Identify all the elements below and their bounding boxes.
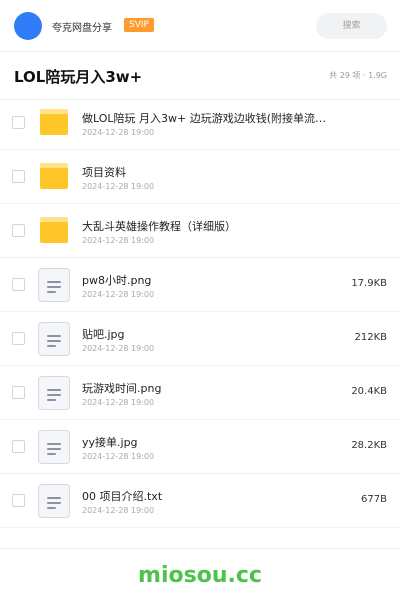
item-date: 2024-12-28 19:00 <box>82 506 155 515</box>
file-icon <box>38 322 70 356</box>
avatar[interactable] <box>14 12 42 40</box>
item-name: 00 项目介绍.txt <box>82 490 163 503</box>
item-name: 项目资料 <box>82 166 126 179</box>
item-checkbox[interactable] <box>12 386 25 399</box>
item-name: 贴吧.jpg <box>82 328 125 341</box>
list-item[interactable]: 大乱斗英雄操作教程（详细版） 2024-12-28 19:00 <box>0 204 400 258</box>
item-checkbox[interactable] <box>12 116 25 129</box>
svip-badge: SVIP <box>124 18 154 32</box>
brand-watermark: miosou.cc <box>138 563 262 588</box>
item-date: 2024-12-28 19:00 <box>82 128 155 137</box>
top-bar: 夸克网盘分享 SVIP <box>0 0 400 52</box>
list-item[interactable]: yy接单.jpg 2024-12-28 19:00 28.2KB <box>0 420 400 474</box>
file-icon <box>38 430 70 464</box>
file-list: 做LOL陪玩 月入3w+ 边玩游戏边收钱(附接单流… 2024-12-28 19… <box>0 96 400 528</box>
item-date: 2024-12-28 19:00 <box>82 344 155 353</box>
folder-meta: 共 29 项 · 1.9G <box>329 71 387 80</box>
item-date: 2024-12-28 19:00 <box>82 452 155 461</box>
list-item[interactable]: 项目资料 2024-12-28 19:00 <box>0 150 400 204</box>
item-size: 28.2KB <box>351 440 387 451</box>
item-size: 17.9KB <box>351 278 387 289</box>
item-checkbox[interactable] <box>12 440 25 453</box>
list-item[interactable]: pw8小时.png 2024-12-28 19:00 17.9KB <box>0 258 400 312</box>
list-item[interactable]: 贴吧.jpg 2024-12-28 19:00 212KB <box>0 312 400 366</box>
footer: miosou.cc <box>0 548 400 600</box>
folder-icon <box>40 109 68 135</box>
search-input[interactable] <box>316 13 387 39</box>
file-icon <box>38 268 70 302</box>
item-name: 玩游戏时间.png <box>82 382 162 395</box>
item-date: 2024-12-28 19:00 <box>82 236 155 245</box>
item-name: pw8小时.png <box>82 274 152 287</box>
item-name: 大乱斗英雄操作教程（详细版） <box>82 220 236 233</box>
page-title: LOL陪玩月入3w+ <box>14 68 143 86</box>
item-size: 20.4KB <box>351 386 387 397</box>
item-checkbox[interactable] <box>12 332 25 345</box>
item-size: 677B <box>361 494 387 505</box>
username: 夸克网盘分享 <box>52 23 112 34</box>
folder-icon <box>40 163 68 189</box>
folder-title-row: LOL陪玩月入3w+ 共 29 项 · 1.9G <box>0 52 400 100</box>
list-item[interactable]: 00 项目介绍.txt 2024-12-28 19:00 677B <box>0 474 400 528</box>
item-name: yy接单.jpg <box>82 436 138 449</box>
folder-icon <box>40 217 68 243</box>
item-checkbox[interactable] <box>12 278 25 291</box>
item-checkbox[interactable] <box>12 494 25 507</box>
list-item[interactable]: 玩游戏时间.png 2024-12-28 19:00 20.4KB <box>0 366 400 420</box>
file-icon <box>38 376 70 410</box>
item-date: 2024-12-28 19:00 <box>82 182 155 191</box>
item-checkbox[interactable] <box>12 170 25 183</box>
file-icon <box>38 484 70 518</box>
item-date: 2024-12-28 19:00 <box>82 290 155 299</box>
item-size: 212KB <box>354 332 387 343</box>
item-date: 2024-12-28 19:00 <box>82 398 155 407</box>
item-checkbox[interactable] <box>12 224 25 237</box>
list-item[interactable]: 做LOL陪玩 月入3w+ 边玩游戏边收钱(附接单流… 2024-12-28 19… <box>0 96 400 150</box>
item-name: 做LOL陪玩 月入3w+ 边玩游戏边收钱(附接单流… <box>82 112 327 125</box>
